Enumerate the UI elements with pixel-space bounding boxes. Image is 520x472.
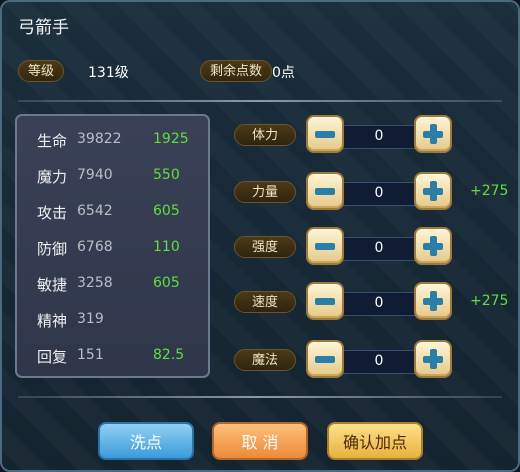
alloc-extra: +275 (470, 293, 509, 309)
reset-points-button[interactable]: 洗点 (98, 422, 194, 460)
alloc-extra: +275 (470, 183, 509, 199)
stat-bonus: 82.5 (153, 347, 185, 363)
stat-row-agility: 敏捷 3258 605 (17, 274, 212, 298)
alloc-label: 速度 (234, 291, 296, 313)
stat-value: 151 (77, 347, 104, 363)
stat-name: 精神 (37, 312, 68, 330)
stat-bonus: 605 (153, 203, 180, 219)
stat-value: 6542 (77, 203, 113, 219)
stat-row-spirit: 精神 319 (17, 310, 212, 334)
alloc-value: 0 (374, 240, 384, 256)
alloc-label: 魔法 (234, 349, 296, 371)
stat-row-mp: 魔力 7940 550 (17, 166, 212, 190)
stat-row-hp: 生命 39822 1925 (17, 130, 212, 154)
stat-name: 生命 (37, 132, 68, 150)
stat-value: 319 (77, 311, 104, 327)
stat-value: 7940 (77, 167, 113, 183)
plus-button[interactable] (414, 282, 452, 320)
minus-button[interactable] (306, 227, 344, 265)
remaining-points-value: 0点 (272, 65, 295, 81)
top-divider (18, 100, 502, 102)
level-value: 131级 (88, 65, 129, 81)
stat-bonus: 110 (153, 239, 180, 255)
alloc-label: 体力 (234, 124, 296, 146)
stat-name: 回复 (37, 348, 68, 366)
alloc-row-intensity: 强度 0 (234, 227, 504, 269)
stat-bonus: 605 (153, 275, 180, 291)
stat-name: 敏捷 (37, 276, 68, 294)
minus-button[interactable] (306, 282, 344, 320)
alloc-value: 0 (374, 185, 384, 201)
confirm-points-button[interactable]: 确认加点 (327, 422, 423, 460)
stat-value: 6768 (77, 239, 113, 255)
stat-bonus: 1925 (153, 131, 189, 147)
alloc-label: 强度 (234, 236, 296, 258)
plus-button[interactable] (414, 227, 452, 265)
alloc-row-speed: 速度 0 +275 (234, 282, 508, 324)
bottom-divider (18, 396, 502, 398)
stat-value: 39822 (77, 131, 122, 147)
panel-title: 弓箭手 (18, 18, 69, 38)
stat-row-defense: 防御 6768 110 (17, 238, 212, 262)
minus-button[interactable] (306, 115, 344, 153)
plus-button[interactable] (414, 340, 452, 378)
plus-button[interactable] (414, 172, 452, 210)
minus-button[interactable] (306, 172, 344, 210)
stat-row-attack: 攻击 6542 605 (17, 202, 212, 226)
remaining-points-label: 剩余点数 (200, 60, 273, 82)
stats-box: 生命 39822 1925 魔力 7940 550 攻击 6542 605 防御… (15, 114, 210, 378)
alloc-value: 0 (374, 295, 384, 311)
plus-button[interactable] (414, 115, 452, 153)
stat-bonus: 550 (153, 167, 180, 183)
alloc-label: 力量 (234, 181, 296, 203)
alloc-row-strength: 力量 0 +275 (234, 172, 508, 214)
alloc-value: 0 (374, 128, 384, 144)
stat-name: 攻击 (37, 204, 68, 222)
cancel-button[interactable]: 取 消 (212, 422, 308, 460)
stat-name: 防御 (37, 240, 68, 258)
minus-button[interactable] (306, 340, 344, 378)
level-label: 等级 (18, 60, 65, 82)
stat-name: 魔力 (37, 168, 68, 186)
alloc-row-constitution: 体力 0 (234, 115, 504, 157)
alloc-value: 0 (374, 353, 384, 369)
stat-value: 3258 (77, 275, 113, 291)
attribute-panel: 弓箭手 等级 131级 剩余点数 0点 生命 39822 1925 魔力 794… (0, 0, 520, 472)
stat-row-recovery: 回复 151 82.5 (17, 346, 212, 370)
alloc-row-magic: 魔法 0 (234, 340, 504, 382)
